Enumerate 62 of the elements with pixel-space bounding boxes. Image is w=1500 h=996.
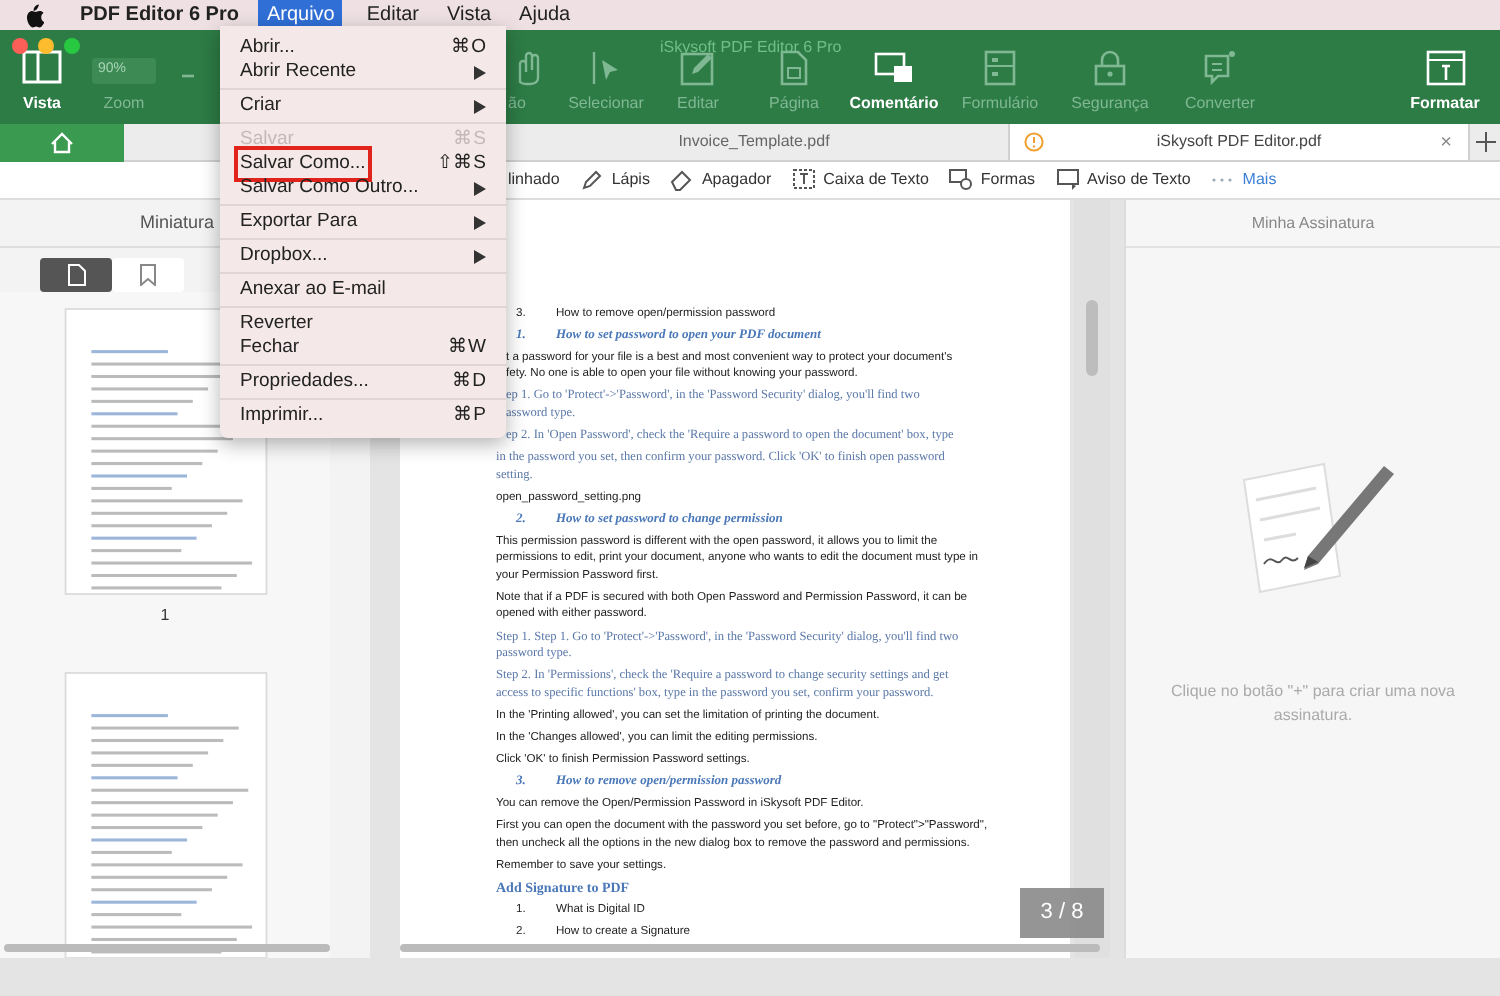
- comment-tool-button[interactable]: Lápis: [579, 168, 650, 192]
- view-button[interactable]: Vista: [16, 50, 68, 116]
- comment-tool-button[interactable]: Formas: [948, 168, 1036, 192]
- home-icon: [50, 132, 74, 154]
- menu-item[interactable]: Imprimir... ⌘P: [220, 404, 506, 428]
- submenu-arrow-icon: [474, 99, 486, 113]
- menu-item[interactable]: Abrir Recente: [220, 60, 506, 84]
- menu-item[interactable]: Salvar Como Outro...: [220, 176, 506, 200]
- menu-item[interactable]: Abrir... ⌘O: [220, 36, 506, 60]
- menu-item[interactable]: Dropbox...: [220, 244, 506, 268]
- apple-logo-icon[interactable]: [24, 3, 44, 27]
- menu-item[interactable]: Exportar Para: [220, 210, 506, 234]
- comment-icon: [874, 50, 914, 86]
- comment-tool-button[interactable]: linhado: [508, 168, 560, 192]
- pencil-icon: [579, 168, 604, 192]
- menu-item[interactable]: Criar: [220, 94, 506, 118]
- horizontal-scrollbar[interactable]: [400, 944, 1100, 952]
- speech-bubble-icon: [1200, 50, 1240, 86]
- hint-text: Clique no botão "+" para criar uma nova assinatura.: [1169, 680, 1457, 728]
- comment-tool-button[interactable]: Caixa de Texto: [791, 168, 929, 192]
- horizontal-scrollbar[interactable]: [4, 944, 330, 952]
- menu-item[interactable]: Propriedades... ⌘D: [220, 370, 506, 394]
- eraser-icon: [669, 168, 694, 192]
- submenu-arrow-icon: [474, 249, 486, 263]
- add-tab-icon[interactable]: [1475, 132, 1495, 152]
- submenu-arrow-icon: [474, 65, 486, 79]
- callout-icon: [1055, 168, 1080, 192]
- comment-tool-button[interactable]: Aviso de Texto: [1055, 168, 1191, 192]
- layout-icon: [22, 50, 62, 86]
- submenu-arrow-icon: [474, 181, 486, 195]
- menu-bar-item[interactable]: Vista: [442, 0, 496, 30]
- menu-bar-item[interactable]: Ajuda: [515, 0, 575, 30]
- shapes-icon: [948, 168, 973, 192]
- page-icon: [67, 264, 85, 286]
- toolbar-button[interactable]: Comentário: [844, 50, 944, 116]
- menu-item[interactable]: Anexar ao E-mail: [220, 278, 506, 302]
- menu-item[interactable]: Reverter: [220, 312, 506, 336]
- page-number: 1: [160, 603, 170, 627]
- warning-icon: [1024, 132, 1044, 152]
- menu-item[interactable]: Fechar ⌘W: [220, 336, 506, 360]
- panel-title: Minha Assinatura: [1126, 200, 1500, 248]
- submenu-arrow-icon: [474, 215, 486, 229]
- form-icon: [980, 50, 1020, 86]
- app-name[interactable]: PDF Editor 6 Pro: [80, 0, 239, 30]
- comment-tool-button[interactable]: Mais: [1210, 168, 1277, 192]
- home-tab[interactable]: [0, 124, 124, 162]
- menu-item[interactable]: Salvar Como... ⇧⌘S: [220, 152, 506, 176]
- page-thumbnail[interactable]: [59, 671, 271, 958]
- bookmark-icon: [140, 264, 156, 286]
- menu-bar-item[interactable]: Editar: [362, 0, 423, 30]
- sidebar-tab[interactable]: [40, 258, 112, 292]
- vertical-scrollbar[interactable]: [1086, 300, 1098, 376]
- comment-tool-button[interactable]: Apagador: [669, 168, 772, 192]
- page-indicator: 3 / 8: [1020, 888, 1104, 938]
- text-box-icon: [791, 168, 816, 192]
- format-button[interactable]: Formatar: [1390, 50, 1500, 116]
- sidebar-tab[interactable]: [112, 258, 184, 292]
- close-tab-button[interactable]: ×: [1440, 127, 1452, 157]
- lock-icon: [1090, 50, 1130, 86]
- zoom-label: Zoom: [103, 92, 145, 116]
- document-tab[interactable]: iSkysoft PDF Editor.pdf ×: [1010, 124, 1470, 160]
- layout-icon: [1425, 50, 1465, 86]
